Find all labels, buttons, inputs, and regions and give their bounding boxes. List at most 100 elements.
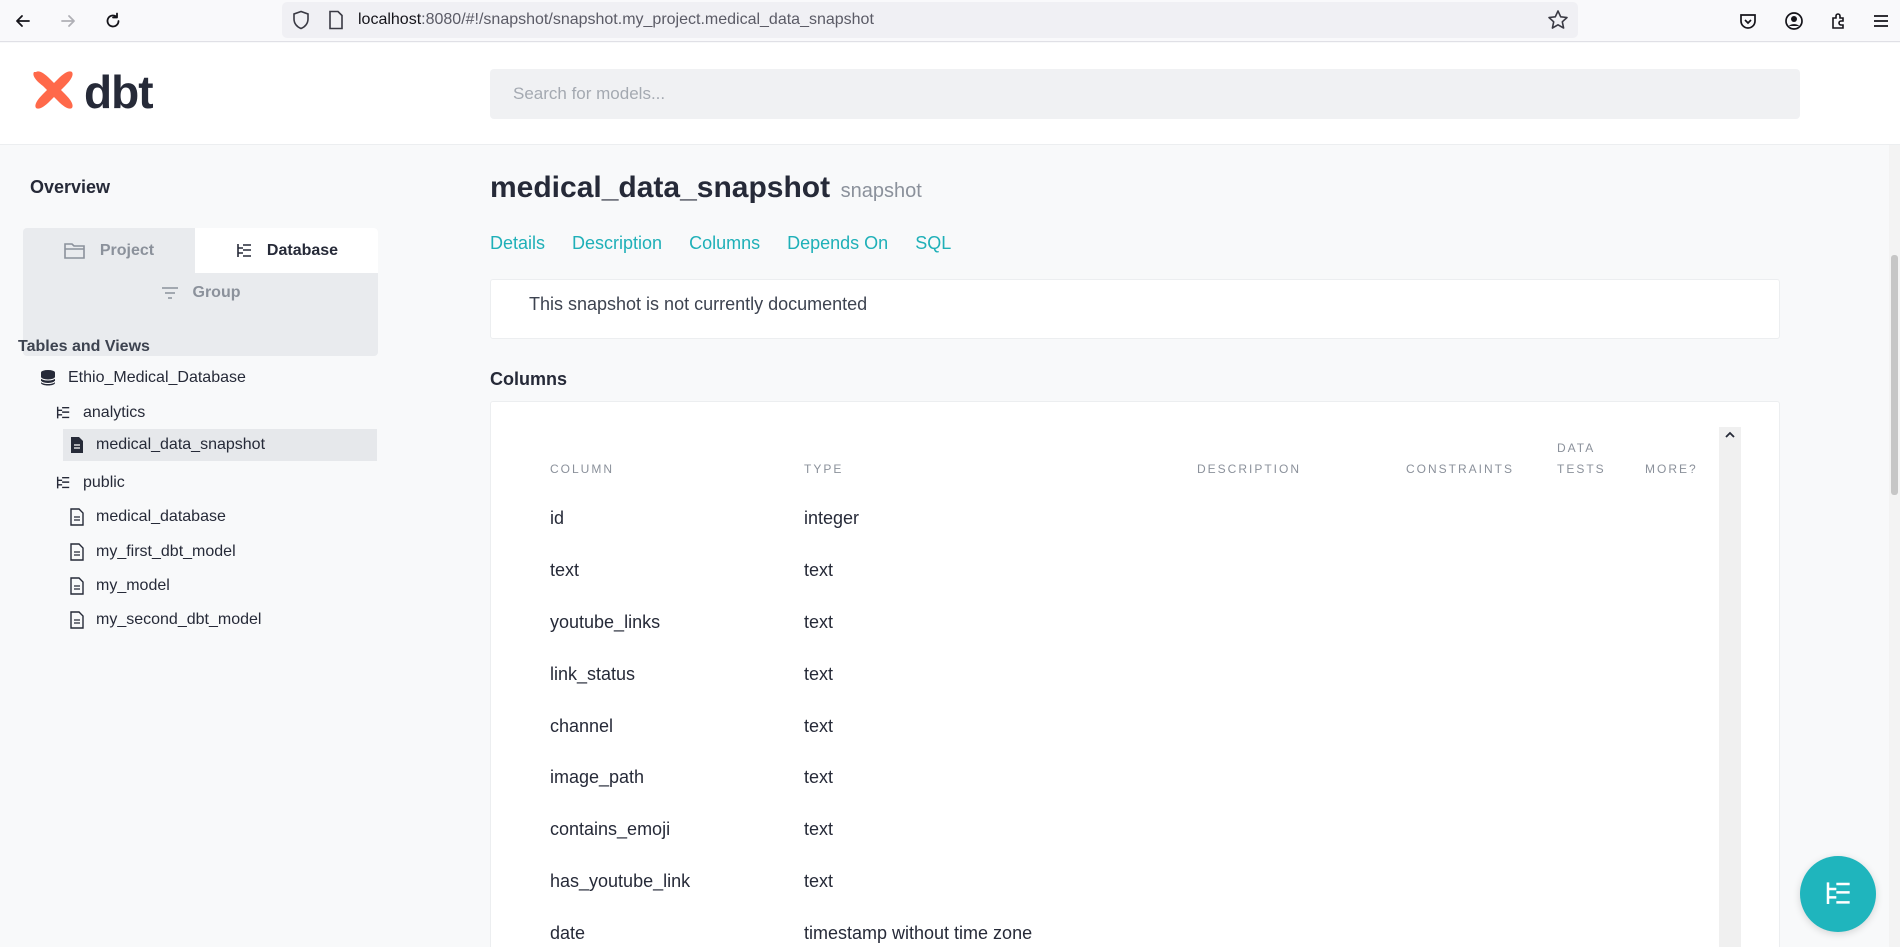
section-tabs: Details Description Columns Depends On S… xyxy=(490,233,978,254)
column-name: has_youtube_link xyxy=(550,871,691,891)
browser-toolbar: localhost:8080/#!/snapshot/snapshot.my_p… xyxy=(0,0,1900,42)
view-switcher: Project Database Group xyxy=(23,228,378,356)
file-outline-icon xyxy=(70,577,84,595)
column-name: date xyxy=(550,923,586,943)
tree-item-my-model[interactable]: my_model xyxy=(70,570,170,602)
search-input[interactable] xyxy=(490,69,1800,119)
back-button[interactable] xyxy=(8,6,38,36)
hamburger-icon xyxy=(1874,15,1888,27)
tree-item-label: my_second_dbt_model xyxy=(96,611,262,628)
description-text: This snapshot is not currently documente… xyxy=(529,294,868,314)
lineage-graph-button[interactable] xyxy=(1800,856,1876,932)
column-name: youtube_links xyxy=(550,612,661,632)
schema-tree-icon xyxy=(56,406,70,419)
pocket-button[interactable] xyxy=(1733,6,1763,36)
lineage-tree-icon xyxy=(1826,882,1850,904)
arrow-left-icon xyxy=(16,15,30,27)
filter-icon xyxy=(161,287,178,299)
file-icon xyxy=(71,437,83,453)
group-tab[interactable]: Group xyxy=(23,273,378,313)
tree-schema-label: public xyxy=(83,474,125,491)
tab-depends-on[interactable]: Depends On xyxy=(787,233,888,254)
forward-button[interactable] xyxy=(53,6,83,36)
page-title-row: medical_data_snapshot snapshot xyxy=(490,171,922,205)
pocket-icon xyxy=(1740,14,1756,29)
project-tab-label: Project xyxy=(99,241,155,259)
file-outline-icon xyxy=(70,543,84,561)
tree-item-my-first-dbt-model[interactable]: my_first_dbt_model xyxy=(70,536,236,568)
columns-heading: Columns xyxy=(490,369,568,389)
chevron-up-icon xyxy=(1725,431,1735,438)
column-name: image_path xyxy=(550,767,645,787)
tree-item-label: medical_database xyxy=(96,508,226,525)
tree-database[interactable]: Ethio_Medical_Database xyxy=(40,362,246,394)
tab-details[interactable]: Details xyxy=(490,233,545,254)
tree-item-my-second-dbt-model[interactable]: my_second_dbt_model xyxy=(70,604,261,636)
database-icon xyxy=(40,370,56,386)
arrow-right-icon xyxy=(61,15,75,27)
extensions-button[interactable] xyxy=(1824,6,1854,36)
database-tab[interactable]: Database xyxy=(195,228,378,273)
tree-item-label: medical_data_snapshot xyxy=(96,436,266,453)
column-type: text xyxy=(804,767,834,787)
column-type: text xyxy=(804,664,834,684)
file-outline-icon xyxy=(70,508,84,526)
header-data-tests-line2: TESTS xyxy=(1557,462,1606,476)
column-type: integer xyxy=(804,508,860,528)
sidebar: Overview Project Database Group Tables a… xyxy=(0,145,385,947)
tab-columns[interactable]: Columns xyxy=(689,233,760,254)
folder-icon xyxy=(64,242,85,259)
column-name: channel xyxy=(550,716,614,736)
bookmark-star-icon[interactable] xyxy=(1547,9,1569,31)
overview-link[interactable]: Overview xyxy=(30,177,110,198)
project-tab[interactable]: Project xyxy=(23,228,195,273)
tree-schema-analytics[interactable]: analytics xyxy=(55,397,145,429)
tree-item-medical-data-snapshot[interactable]: medical_data_snapshot xyxy=(63,429,377,461)
page-icon[interactable] xyxy=(325,9,347,31)
logo-text: dbt xyxy=(84,66,154,118)
column-type: text xyxy=(804,612,834,632)
url-path: :8080/#!/snapshot/snapshot.my_project.me… xyxy=(421,11,874,28)
menu-button[interactable] xyxy=(1866,6,1896,36)
tables-and-views-heading: Tables and Views xyxy=(18,338,150,355)
address-bar[interactable]: localhost:8080/#!/snapshot/snapshot.my_p… xyxy=(282,2,1578,38)
puzzle-icon xyxy=(1832,13,1844,29)
url-text[interactable]: localhost:8080/#!/snapshot/snapshot.my_p… xyxy=(358,11,874,29)
column-type: text xyxy=(804,560,834,580)
page-title: medical_data_snapshot xyxy=(490,171,831,204)
dbt-logo-icon xyxy=(33,71,73,109)
shield-icon[interactable] xyxy=(290,9,312,31)
page-scrollbar[interactable] xyxy=(1889,145,1900,947)
page-scrollbar-thumb[interactable] xyxy=(1891,255,1898,495)
column-name: text xyxy=(550,560,580,580)
schema-tree-icon xyxy=(56,476,70,489)
column-type: timestamp without time zone xyxy=(804,923,1033,943)
column-name: id xyxy=(550,508,565,528)
column-name: link_status xyxy=(550,664,636,684)
header-data-tests-line1: DATA xyxy=(1557,441,1596,455)
tab-sql[interactable]: SQL xyxy=(915,233,951,254)
header-type: TYPE xyxy=(804,462,844,476)
tree-item-medical-database[interactable]: medical_database xyxy=(70,501,226,533)
account-button[interactable] xyxy=(1779,6,1809,36)
group-tab-label: Group xyxy=(192,284,241,301)
description-card: This snapshot is not currently documente… xyxy=(490,279,1780,339)
header-more: MORE? xyxy=(1645,462,1698,476)
dbt-logo[interactable]: dbt xyxy=(30,66,154,118)
header-data-tests: DATA TESTS xyxy=(1557,438,1606,480)
header-constraints: CONSTRAINTS xyxy=(1406,462,1515,476)
tree-item-label: my_first_dbt_model xyxy=(96,543,236,560)
column-type: text xyxy=(804,871,834,891)
reload-button[interactable] xyxy=(98,6,128,36)
app-header: dbt xyxy=(0,43,1900,145)
header-column: COLUMN xyxy=(550,462,615,476)
tab-description[interactable]: Description xyxy=(572,233,662,254)
account-icon xyxy=(1785,12,1803,30)
url-host: localhost xyxy=(358,11,422,28)
columns-table: COLUMN TYPE DESCRIPTION CONSTRAINTS DATA… xyxy=(490,401,1780,947)
tree-schema-label: analytics xyxy=(83,404,146,421)
tree-schema-public[interactable]: public xyxy=(55,467,125,499)
column-name: contains_emoji xyxy=(550,819,671,839)
resource-type-label: snapshot xyxy=(840,180,922,202)
table-scrollbar[interactable] xyxy=(1719,427,1741,947)
